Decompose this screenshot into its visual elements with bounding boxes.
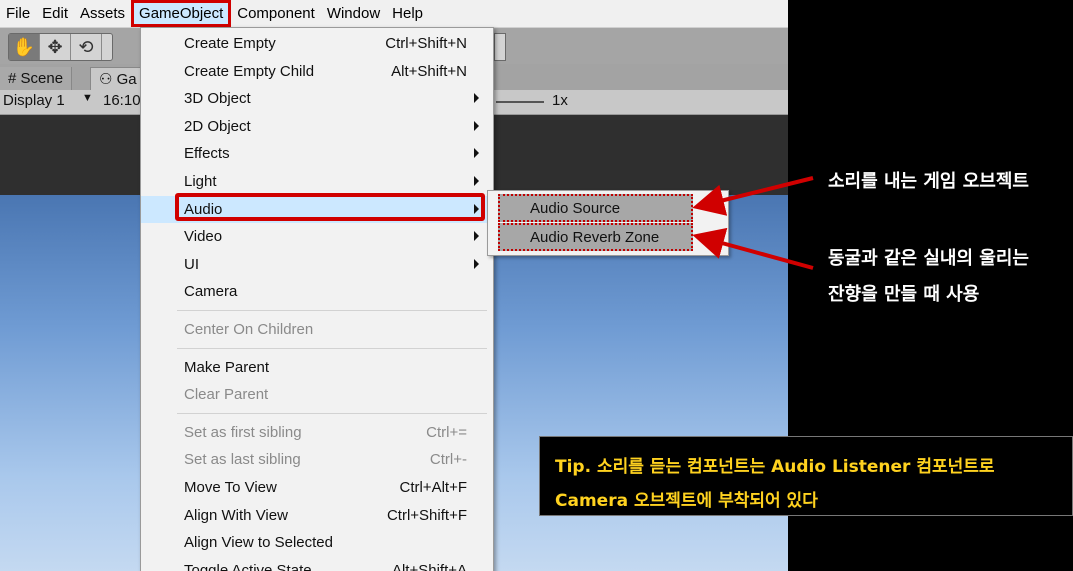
tip-box: Tip. 소리를 듣는 컴포넌트는 Audio Listener 컴포넌트로 C…: [539, 436, 1073, 516]
arrow-to-audio-reverb-zone: [692, 227, 814, 270]
arrow-to-audio-source: [692, 176, 814, 216]
reverb-note-line2: 잔향을 만들 때 사용: [828, 284, 980, 305]
tip-line2: Camera 오브젝트에 부착되어 있다: [555, 491, 818, 511]
screen: File Edit Assets GameObject Component Wi…: [0, 0, 1073, 571]
audio-source-note: 소리를 내는 게임 오브젝트: [828, 171, 1029, 192]
tip-line1: Tip. 소리를 듣는 컴포넌트는 Audio Listener 컴포넌트로: [555, 457, 995, 477]
reverb-note-line1: 동굴과 같은 실내의 울리는: [828, 248, 1029, 269]
